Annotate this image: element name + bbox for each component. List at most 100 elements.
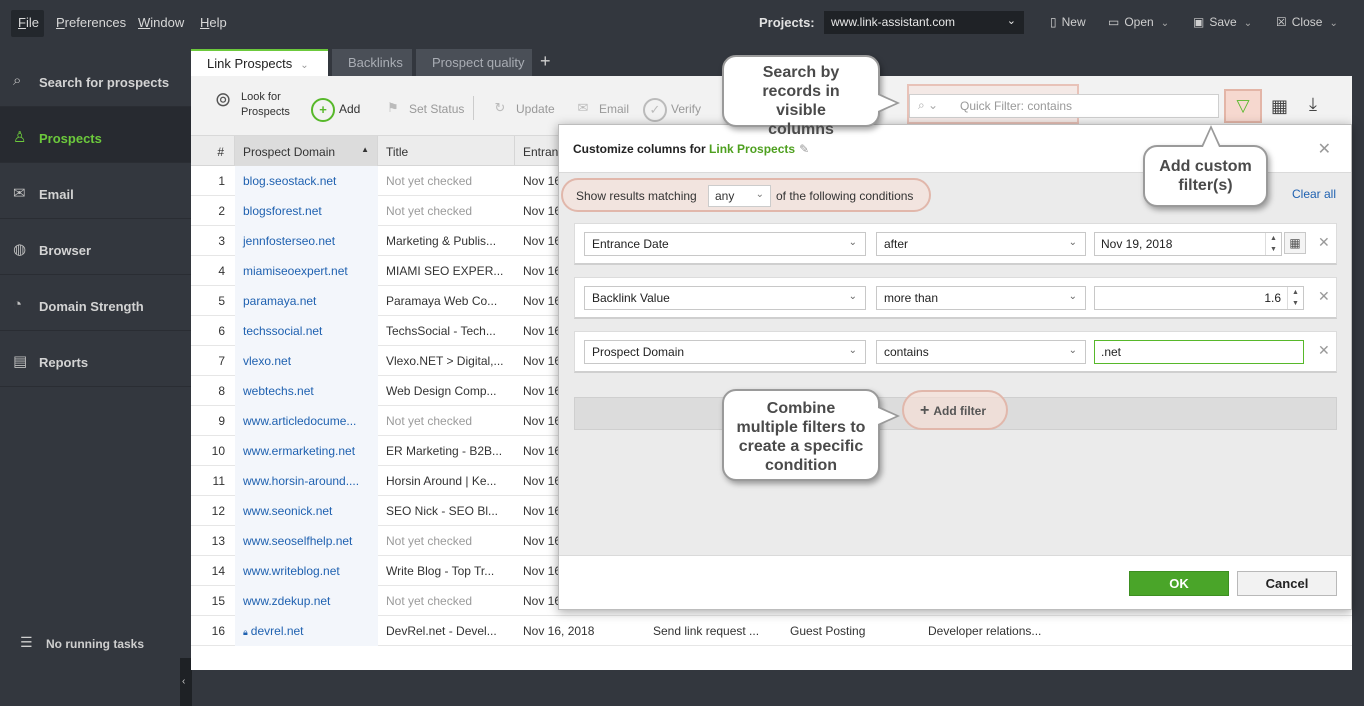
chevron-down-icon: ⌄ [755, 189, 764, 200]
prospect-domain-cell[interactable]: paramaya.net [235, 286, 378, 316]
condition-value-input[interactable]: Nov 19, 2018 ▲ ▼ [1094, 232, 1282, 256]
update-button[interactable]: ↻ Update [488, 98, 555, 122]
ok-button[interactable]: OK [1129, 571, 1229, 596]
columns-button[interactable]: ▦ [1271, 96, 1288, 117]
running-tasks-status[interactable]: ☰ No running tasks [0, 618, 191, 670]
entrance-date-cell: Nov 16, 2018 [523, 624, 595, 638]
prospect-domain-cell[interactable]: www.zdekup.net [235, 586, 378, 616]
prospect-domain-cell[interactable]: www.seonick.net [235, 496, 378, 526]
sidebar-item-browser[interactable]: ◍ Browser [0, 219, 191, 275]
project-select[interactable]: www.link-assistant.com ⌄ [824, 11, 1024, 34]
prospect-domain-cell[interactable]: www.ermarketing.net [235, 436, 378, 466]
open-button[interactable]: ▭ Open ⌄ [1108, 15, 1169, 29]
prospect-domain-cell[interactable]: www.articledocume... [235, 406, 378, 436]
tab-prospect-quality[interactable]: Prospect quality [416, 49, 532, 76]
quick-filter-input[interactable]: ⌕ ⌄ Quick Filter: contains [909, 94, 1219, 118]
look-for-prospects-button[interactable]: ⊚ Look for Prospects [211, 90, 290, 118]
set-status-button[interactable]: ⚑ Set Status [381, 98, 464, 122]
match-mode-select[interactable]: any ⌄ [708, 185, 771, 207]
condition-value-input[interactable]: .net [1094, 340, 1304, 364]
title-cell: ER Marketing - B2B... [386, 444, 503, 458]
prospect-domain-cell[interactable]: miamiseoexpert.net [235, 256, 378, 286]
add-filter-button[interactable]: + Add filter [902, 390, 1008, 430]
menu-window[interactable]: Window [138, 15, 184, 30]
row-number: 16 [211, 624, 225, 638]
type-cell: Guest Posting [790, 624, 866, 638]
prospect-domain-cell[interactable]: www.horsin-around.... [235, 466, 378, 496]
callout-pointer [878, 95, 896, 111]
sidebar-item-email[interactable]: ✉ Email [0, 163, 191, 219]
remove-condition-icon[interactable]: ✕ [1318, 288, 1330, 305]
remove-condition-icon[interactable]: ✕ [1318, 234, 1330, 251]
chevron-down-icon: ⌄ [1006, 15, 1016, 27]
sidebar-item-search-for-prospects[interactable]: ⌕ Search for prospects [0, 51, 191, 107]
spinner-icon[interactable]: ▲ ▼ [1265, 233, 1281, 255]
pencil-icon[interactable]: ✎ [799, 142, 809, 156]
condition-field-select[interactable]: Backlink Value ⌄ [584, 286, 866, 310]
title-cell: DevRel.net - Devel... [386, 624, 497, 638]
calendar-icon[interactable]: ▦ [1284, 232, 1306, 254]
verify-button[interactable]: ✓ Verify [643, 98, 701, 122]
plus-circle-icon: + [311, 98, 335, 122]
mail-icon: ✉ [577, 100, 589, 115]
condition-field-select[interactable]: Prospect Domain ⌄ [584, 340, 866, 364]
prospect-domain-cell[interactable]: vlexo.net [235, 346, 378, 376]
menu-help[interactable]: Help [200, 15, 227, 30]
export-button[interactable]: ⤓ [1309, 94, 1317, 115]
prospect-domain-cell[interactable]: jennfosterseo.net [235, 226, 378, 256]
prospect-domain-cell[interactable]: www.writeblog.net [235, 556, 378, 586]
menu-file[interactable]: File [11, 10, 44, 37]
chevron-down-icon: ⌄ [1068, 345, 1077, 356]
spinner-icon[interactable]: ▲ ▼ [1287, 287, 1303, 309]
close-icon[interactable]: ✕ [1318, 139, 1331, 159]
dialog-title: Customize columns for Link Prospects ✎ [573, 142, 810, 156]
condition-row: Backlink Value ⌄ more than ⌄ 1.6 ▲ ▼ ✕ [574, 277, 1337, 319]
add-tab-button[interactable]: + [540, 51, 551, 72]
remove-condition-icon[interactable]: ✕ [1318, 342, 1330, 359]
prospect-domain-cell[interactable]: blogsforest.net [235, 196, 378, 226]
tab-link-prospects[interactable]: Link Prospects ⌄ [191, 49, 328, 76]
sidebar-item-prospects[interactable]: ♙ Prospects [0, 107, 191, 163]
row-number: 4 [218, 264, 225, 278]
row-number: 13 [211, 534, 225, 548]
report-icon: ▤ [13, 353, 28, 370]
prospect-domain-cell[interactable]: www.seoselfhelp.net [235, 526, 378, 556]
table-row[interactable]: 16 🔒︎ devrel.net DevRel.net - Devel... Nov 1… [191, 616, 1352, 646]
cancel-button[interactable]: Cancel [1237, 571, 1337, 596]
condition-operator-select[interactable]: after ⌄ [876, 232, 1086, 256]
sidebar-item-domain-strength[interactable]: ◔ Domain Strength [0, 275, 191, 331]
custom-filter-button[interactable]: ▽ [1224, 89, 1262, 123]
sidebar-item-reports[interactable]: ▤ Reports [0, 331, 191, 387]
new-file-icon: ▯ [1050, 15, 1057, 29]
condition-row: Prospect Domain ⌄ contains ⌄ .net ✕ [574, 331, 1337, 373]
prospect-domain-cell[interactable]: blog.seostack.net [235, 166, 378, 196]
title-cell: Horsin Around | Ke... [386, 474, 497, 488]
prospect-domain-cell[interactable]: 🔒︎ devrel.net [235, 616, 378, 646]
prospect-domain-cell[interactable]: techssocial.net [235, 316, 378, 346]
condition-operator-select[interactable]: more than ⌄ [876, 286, 1086, 310]
prospect-domain-cell[interactable]: webtechs.net [235, 376, 378, 406]
add-button[interactable]: + Add [311, 98, 360, 122]
title-cell: Marketing & Publis... [386, 234, 497, 248]
save-button[interactable]: ▣ Save ⌄ [1193, 15, 1252, 29]
new-button[interactable]: ▯ New [1050, 15, 1086, 29]
row-number: 6 [218, 324, 225, 338]
condition-field-select[interactable]: Entrance Date ⌄ [584, 232, 866, 256]
lock-icon: 🔒︎ [243, 627, 248, 637]
funnel-icon: ▽ [1236, 96, 1250, 115]
look-label-1: Look for [241, 91, 281, 103]
title-cell: Not yet checked [386, 204, 473, 218]
condition-value-input[interactable]: 1.6 ▲ ▼ [1094, 286, 1304, 310]
title-cell: Write Blog - Top Tr... [386, 564, 495, 578]
tab-backlinks[interactable]: Backlinks [332, 49, 412, 76]
projects-label: Projects: [759, 15, 815, 30]
close-project-button[interactable]: ☒ Close ⌄ [1276, 15, 1338, 29]
col-number[interactable]: # [191, 136, 235, 166]
email-button[interactable]: ✉ Email [571, 98, 629, 122]
col-title[interactable]: Title [378, 136, 515, 166]
title-cell: Web Design Comp... [386, 384, 497, 398]
clear-all-link[interactable]: Clear all [1292, 187, 1336, 201]
condition-operator-select[interactable]: contains ⌄ [876, 340, 1086, 364]
col-prospect-domain[interactable]: Prospect Domain ▲ [235, 136, 378, 166]
menu-preferences[interactable]: Preferences [56, 15, 126, 30]
